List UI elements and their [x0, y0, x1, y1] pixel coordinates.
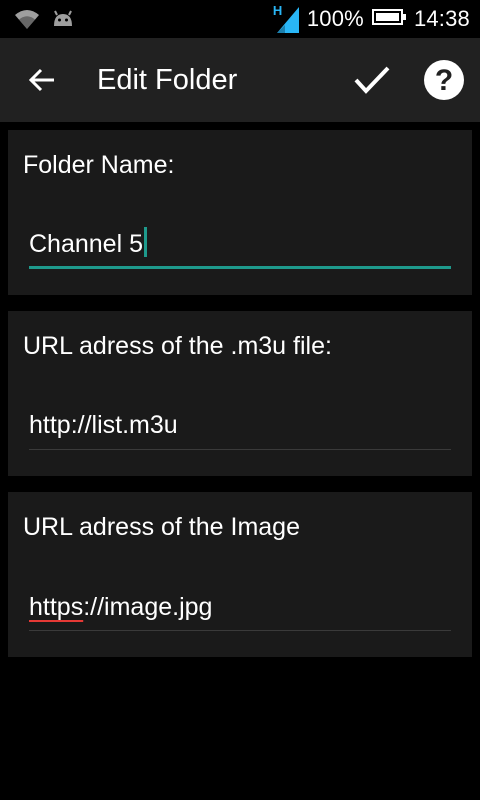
battery-percent: 100%: [306, 6, 364, 31]
app-bar: Edit Folder ?: [0, 38, 480, 122]
image-url-input[interactable]: https://image.jpg: [29, 591, 451, 635]
image-url-underline: [29, 630, 451, 631]
m3u-url-underline: [29, 449, 451, 450]
page-title: Edit Folder: [97, 64, 238, 96]
signal-icon: H: [273, 3, 299, 33]
back-arrow-icon: [28, 68, 54, 92]
status-bar: H 100% 14:38: [0, 0, 480, 38]
folder-name-value: Channel 5: [29, 230, 143, 258]
help-button[interactable]: ?: [420, 56, 468, 104]
folder-name-label: Folder Name:: [23, 151, 175, 179]
spellcheck-word: https: [29, 593, 84, 621]
folder-name-card: Folder Name: Channel 5: [8, 130, 472, 295]
image-url-value-rest: ://image.jpg: [83, 593, 213, 621]
text-cursor: [143, 227, 147, 257]
save-button[interactable]: [350, 58, 394, 102]
wifi-icon: [14, 7, 40, 36]
svg-text:?: ?: [435, 64, 453, 97]
android-debug-icon: [52, 10, 74, 33]
m3u-url-label: URL adress of the .m3u file:: [23, 332, 332, 360]
folder-name-input[interactable]: Channel 5: [29, 227, 451, 271]
back-button[interactable]: [20, 58, 64, 102]
clock: 14:38: [413, 6, 470, 31]
image-url-card: URL adress of the Image https://image.jp…: [8, 492, 472, 657]
m3u-url-value: http://list.m3u: [29, 411, 178, 439]
checkmark-icon: [354, 66, 390, 94]
image-url-label: URL adress of the Image: [23, 513, 300, 541]
m3u-url-input[interactable]: http://list.m3u: [29, 409, 451, 453]
help-icon: ?: [424, 60, 464, 100]
image-url-value: https://image.jpg: [29, 593, 212, 621]
battery-icon: [371, 8, 406, 31]
m3u-url-card: URL adress of the .m3u file: http://list…: [8, 311, 472, 476]
folder-name-underline: [29, 266, 451, 269]
